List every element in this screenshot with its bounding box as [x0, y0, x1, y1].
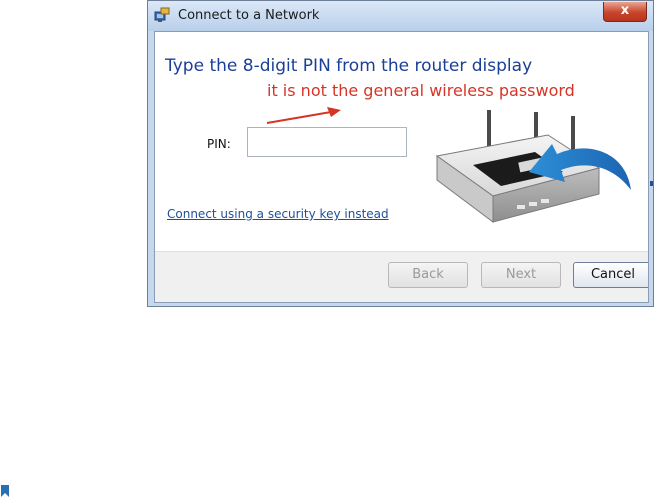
password-note: it is not the general wireless password: [267, 81, 575, 100]
pin-label: PIN:: [207, 137, 231, 151]
page-edge-marker: [650, 181, 653, 186]
pin-instruction-heading: Type the 8-digit PIN from the router dis…: [165, 56, 533, 76]
close-button[interactable]: x: [603, 2, 647, 22]
back-button[interactable]: Back: [388, 262, 468, 288]
router-illustration: [435, 110, 631, 223]
button-bar: Back Next Cancel: [155, 251, 648, 302]
cancel-button[interactable]: Cancel: [573, 262, 648, 288]
pin-input[interactable]: [247, 127, 407, 157]
title-bar[interactable]: Connect to a Network x: [148, 1, 653, 31]
window-title: Connect to a Network: [178, 8, 320, 23]
dialog-content: Type the 8-digit PIN from the router dis…: [154, 31, 649, 303]
network-icon: [154, 7, 170, 23]
next-button[interactable]: Next: [481, 262, 561, 288]
close-icon: x: [620, 3, 630, 18]
red-arrow-icon: [266, 107, 341, 124]
security-key-link[interactable]: Connect using a security key instead: [167, 207, 389, 221]
bookmark-icon: [1, 485, 9, 497]
connect-network-dialog: Connect to a Network x Type the 8-digit …: [147, 0, 654, 307]
